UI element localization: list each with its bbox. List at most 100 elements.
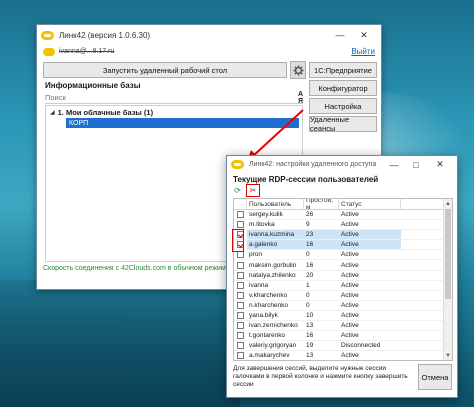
main-window-title: Линк42 (версия 1.0.6.30) [59,30,151,40]
table-row[interactable]: v.kharchenko 0 Active [234,291,452,301]
row-idle: 0 [306,291,310,299]
cancel-button[interactable]: Отмена [418,364,452,390]
row-user: t.gontarenko [249,332,286,340]
row-idle: 23 [304,230,339,240]
row-status: Active [341,332,359,340]
checkbox-highlight [232,229,244,252]
row-idle: 0 [306,251,310,259]
main-titlebar: Линк42 (версия 1.0.6.30) — ✕ [37,25,381,45]
row-checkbox[interactable] [237,301,244,309]
row-idle: 20 [306,271,314,279]
row-status: Active [341,221,359,229]
table-row[interactable]: maksim.gorbulin 16 Active [234,260,452,271]
row-checkbox[interactable] [237,322,244,330]
table-row[interactable]: yana.bilyk 10 Active [234,311,452,322]
table-row[interactable]: t.gontarenko 16 Active [234,331,452,342]
row-status: Active [341,281,359,289]
row-status: Active [341,251,359,259]
row-checkbox-cell [234,220,247,229]
table-row[interactable]: pron 0 Active [234,250,452,261]
row-checkbox-cell [234,331,247,340]
table-row[interactable]: a.makarychev 13 Active [234,351,452,360]
column-header-status[interactable]: Статус [339,199,401,209]
refresh-icon[interactable]: ⟳ [232,185,243,196]
maximize-icon[interactable]: □ [405,157,427,173]
scroll-up-icon[interactable]: ▲ [444,199,452,208]
column-header-user[interactable]: Пользователь [247,199,304,209]
end-sessions-icon[interactable]: ✂ [246,184,260,197]
row-idle: 10 [306,311,314,319]
sessions-hint: Для завершения сессий, выделите нужные с… [233,365,408,388]
search-input[interactable] [45,93,275,102]
minimize-icon[interactable]: — [383,157,405,173]
sort-az-icon[interactable]: АЯ [298,91,303,105]
row-checkbox[interactable] [237,291,244,299]
infobases-label: Информационные базы [45,81,141,90]
gear-icon[interactable] [290,61,306,79]
row-user: natalya.zhilenko [249,271,296,279]
user-email: ivanna@...8.17.ru [59,48,115,55]
settings-button[interactable]: Настройка [309,98,377,114]
minimize-icon[interactable]: — [329,27,351,43]
row-checkbox[interactable] [237,332,244,340]
scroll-down-icon[interactable]: ▼ [444,351,452,360]
exit-link[interactable]: Выйти [351,47,375,56]
row-checkbox[interactable] [237,281,244,289]
search-bar: АЯ [45,91,303,105]
table-row[interactable]: sergey.kulik 26 Active [234,210,452,221]
tree-group[interactable]: ◢ 1. Мои облачные базы (1) [50,108,153,117]
table-row[interactable]: n.kharchenko 0 Active [234,301,452,311]
row-checkbox-cell [234,341,247,350]
row-checkbox[interactable] [237,271,244,279]
table-row[interactable]: ivanna.kuzmina 23 Active [234,230,452,241]
row-idle: 13 [306,322,314,330]
table-row[interactable]: m.litovka 9 Active [234,220,452,231]
account-logo-icon [43,47,55,56]
row-checkbox-cell [234,351,247,360]
row-checkbox[interactable] [237,342,244,350]
row-idle: 0 [306,301,310,309]
row-checkbox[interactable] [237,211,244,219]
table-row[interactable]: ivan.zernichenko 13 Active [234,321,452,332]
row-user: ivanna.kuzmina [247,230,304,240]
row-status: Active [339,230,401,240]
close-icon[interactable]: ✕ [427,157,453,173]
table-row[interactable]: ivanna 1 Active [234,281,452,291]
configurator-button[interactable]: Конфигуратор [309,80,377,96]
table-row[interactable]: natalya.zhilenko 20 Active [234,271,452,281]
vertical-scrollbar[interactable]: ▲ ▼ [443,199,452,360]
row-user: v.kharchenko [249,291,288,299]
row-checkbox[interactable] [237,221,244,229]
launch-remote-desktop-button[interactable]: Запустить удаленный рабочий стол [43,62,287,78]
row-status: Active [341,322,359,330]
link42-logo-icon [231,160,244,169]
collapse-arrow-icon[interactable]: ◢ [50,109,55,116]
close-icon[interactable]: ✕ [351,27,377,43]
row-user: ivan.zernichenko [249,322,298,330]
row-user: yana.bilyk [249,311,278,319]
row-checkbox-cell [234,321,247,330]
row-checkbox-cell [234,281,247,290]
row-user: m.litovka [249,221,275,229]
row-user: sergey.kulik [249,211,283,219]
row-checkbox[interactable] [237,352,244,360]
row-idle: 9 [306,221,310,229]
column-header-idle[interactable]: Простой, м [304,199,339,211]
row-idle: 16 [306,261,314,269]
table-row[interactable]: a.galenko 16 Active [234,240,452,251]
background-water [0,280,240,407]
row-checkbox[interactable] [237,261,244,269]
sessions-heading: Текущие RDP-сессии пользователей [233,175,379,184]
scroll-thumb[interactable] [445,209,451,299]
table-row[interactable]: valeriy.grigoryan 19 Disconnected [234,341,452,352]
remote-sessions-highlight [308,115,378,133]
row-user: a.makarychev [249,352,290,360]
row-idle: 1 [306,281,310,289]
row-status: Active [341,311,359,319]
sort-label-z: Я [297,97,303,105]
row-checkbox[interactable] [237,251,244,259]
link42-logo-icon [41,30,54,40]
row-user: a.galenko [247,240,304,250]
enterprise-button[interactable]: 1С:Предприятие [309,62,377,78]
row-checkbox[interactable] [237,311,244,319]
